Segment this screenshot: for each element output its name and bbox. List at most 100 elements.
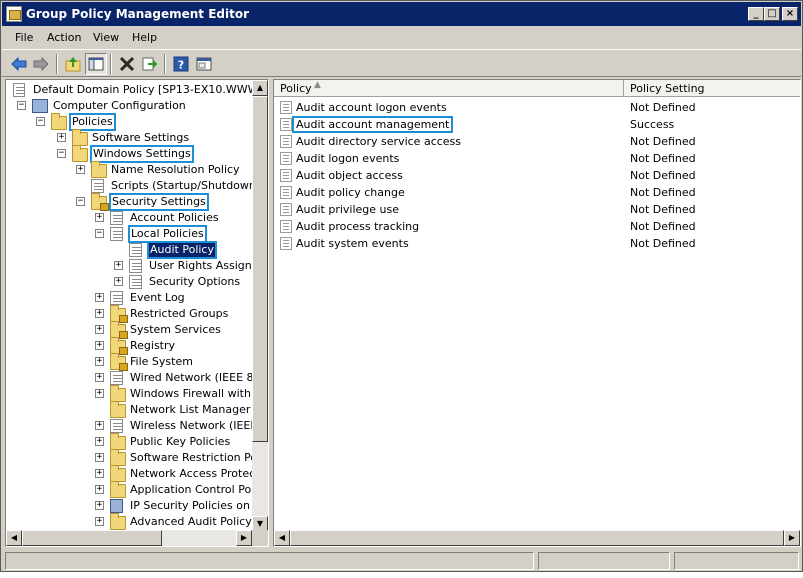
properties-button[interactable] — [193, 53, 215, 75]
expand-icon[interactable]: + — [95, 325, 104, 334]
expand-icon[interactable]: + — [114, 277, 123, 286]
details-pane[interactable]: Policy ▲ Policy Setting Audit account lo… — [273, 79, 801, 547]
expand-icon[interactable]: + — [95, 453, 104, 462]
expand-icon[interactable]: + — [95, 293, 104, 302]
policy-folder-icon — [110, 227, 123, 241]
expand-icon[interactable]: + — [95, 213, 104, 222]
forward-button[interactable] — [30, 53, 52, 75]
tree-label: User Rights Assignmer — [149, 259, 269, 272]
policy-folder-icon — [110, 211, 123, 225]
column-divider[interactable] — [800, 80, 801, 97]
toolbar-separator — [56, 54, 58, 74]
expand-icon[interactable]: + — [95, 485, 104, 494]
policy-icon — [280, 203, 292, 216]
collapse-icon[interactable]: − — [36, 117, 45, 126]
list-row[interactable]: Audit account logon events Not Defined — [274, 99, 784, 116]
policy-setting: Not Defined — [630, 169, 696, 182]
column-header-policy-setting[interactable]: Policy Setting — [630, 82, 705, 95]
gpme-window: Group Policy Management Editor _ □ × Fil… — [0, 0, 803, 572]
menu-help[interactable]: Help — [132, 31, 157, 44]
scroll-left-icon[interactable]: ◀ — [6, 530, 22, 546]
expand-icon[interactable]: + — [95, 373, 104, 382]
scroll-thumb[interactable] — [22, 530, 162, 546]
expand-icon[interactable]: + — [95, 341, 104, 350]
folder-icon — [110, 513, 126, 530]
expand-icon[interactable]: + — [95, 357, 104, 366]
collapse-icon[interactable]: − — [57, 149, 66, 158]
tree-label: Registry — [130, 339, 176, 352]
show-hide-tree-icon — [88, 57, 104, 71]
minimize-button[interactable]: _ — [748, 7, 764, 21]
help-button[interactable]: ? — [170, 53, 192, 75]
policy-name: Audit process tracking — [296, 220, 420, 233]
expand-icon[interactable]: + — [95, 501, 104, 510]
scroll-right-icon[interactable]: ▶ — [236, 530, 252, 546]
column-divider[interactable] — [623, 80, 624, 97]
expand-icon[interactable]: + — [95, 421, 104, 430]
expand-icon[interactable]: + — [114, 261, 123, 270]
menu-file[interactable]: File — [15, 31, 33, 44]
list-row[interactable]: Audit privilege use Not Defined — [274, 201, 784, 218]
column-header-policy[interactable]: Policy — [280, 82, 312, 95]
delete-icon — [119, 56, 135, 72]
list-row[interactable]: Audit process tracking Not Defined — [274, 218, 784, 235]
expand-icon[interactable]: + — [57, 133, 66, 142]
title-bar[interactable]: Group Policy Management Editor _ □ × — [2, 2, 801, 26]
locked-folder-icon — [110, 305, 128, 323]
tree-vertical-scrollbar[interactable]: ▲ ▼ — [252, 80, 268, 532]
export-list-icon — [142, 57, 158, 71]
export-list-button[interactable] — [139, 53, 161, 75]
tree-label: Network List Manager Polic — [130, 403, 269, 416]
policy-setting: Not Defined — [630, 203, 696, 216]
toolbar-separator — [164, 54, 166, 74]
list-row[interactable]: Audit object access Not Defined — [274, 167, 784, 184]
tree-label: Computer Configuration — [53, 99, 186, 112]
list-row[interactable]: Audit directory service access Not Defin… — [274, 133, 784, 150]
list-row[interactable]: Audit policy change Not Defined — [274, 184, 784, 201]
scroll-left-icon[interactable]: ◀ — [274, 530, 290, 546]
policy-folder-icon — [129, 243, 142, 257]
expand-icon[interactable]: + — [95, 389, 104, 398]
scroll-right-icon[interactable]: ▶ — [784, 530, 800, 546]
tree-label: IP Security Policies on Acti — [130, 499, 269, 512]
show-hide-tree-button[interactable] — [85, 53, 107, 75]
details-horizontal-scrollbar[interactable]: ◀ ▶ — [274, 530, 800, 546]
expand-icon[interactable]: + — [95, 437, 104, 446]
collapse-icon[interactable]: − — [95, 229, 104, 238]
expand-icon[interactable]: + — [76, 165, 85, 174]
locked-folder-icon — [110, 337, 128, 355]
expand-icon[interactable]: + — [95, 309, 104, 318]
tree-horizontal-scrollbar[interactable]: ◀ ▶ — [6, 530, 252, 546]
up-folder-icon — [65, 57, 81, 72]
policy-name: Audit policy change — [296, 186, 405, 199]
console-tree-pane[interactable]: Default Domain Policy [SP13-EX10.WWW.VDC… — [5, 79, 269, 547]
close-button[interactable]: × — [782, 7, 798, 21]
maximize-button[interactable]: □ — [764, 7, 780, 21]
back-icon — [11, 57, 27, 71]
tree-label: Wired Network (IEEE 802. — [130, 371, 269, 384]
scroll-thumb[interactable] — [252, 96, 268, 442]
list-row[interactable]: Audit account management Success — [274, 116, 784, 133]
tree-label: Restricted Groups — [130, 307, 229, 320]
tree-label: Name Resolution Policy — [111, 163, 240, 176]
list-row[interactable]: Audit logon events Not Defined — [274, 150, 784, 167]
list-row[interactable]: Audit system events Not Defined — [274, 235, 784, 252]
tree-label: Network Access Protection — [130, 467, 269, 480]
status-bar — [5, 552, 801, 570]
policy-setting: Not Defined — [630, 152, 696, 165]
scroll-up-icon[interactable]: ▲ — [252, 80, 268, 96]
menu-view[interactable]: View — [93, 31, 119, 44]
expand-icon[interactable]: + — [95, 517, 104, 526]
delete-button[interactable] — [116, 53, 138, 75]
scroll-thumb[interactable] — [290, 530, 784, 546]
collapse-icon[interactable]: − — [17, 101, 26, 110]
up-folder-button[interactable] — [62, 53, 84, 75]
expand-icon[interactable]: + — [95, 469, 104, 478]
status-panel — [674, 552, 799, 570]
back-button[interactable] — [8, 53, 30, 75]
toolbar: ? — [2, 49, 801, 77]
status-panel — [538, 552, 670, 570]
policy-setting: Not Defined — [630, 237, 696, 250]
collapse-icon[interactable]: − — [76, 197, 85, 206]
menu-action[interactable]: Action — [47, 31, 81, 44]
